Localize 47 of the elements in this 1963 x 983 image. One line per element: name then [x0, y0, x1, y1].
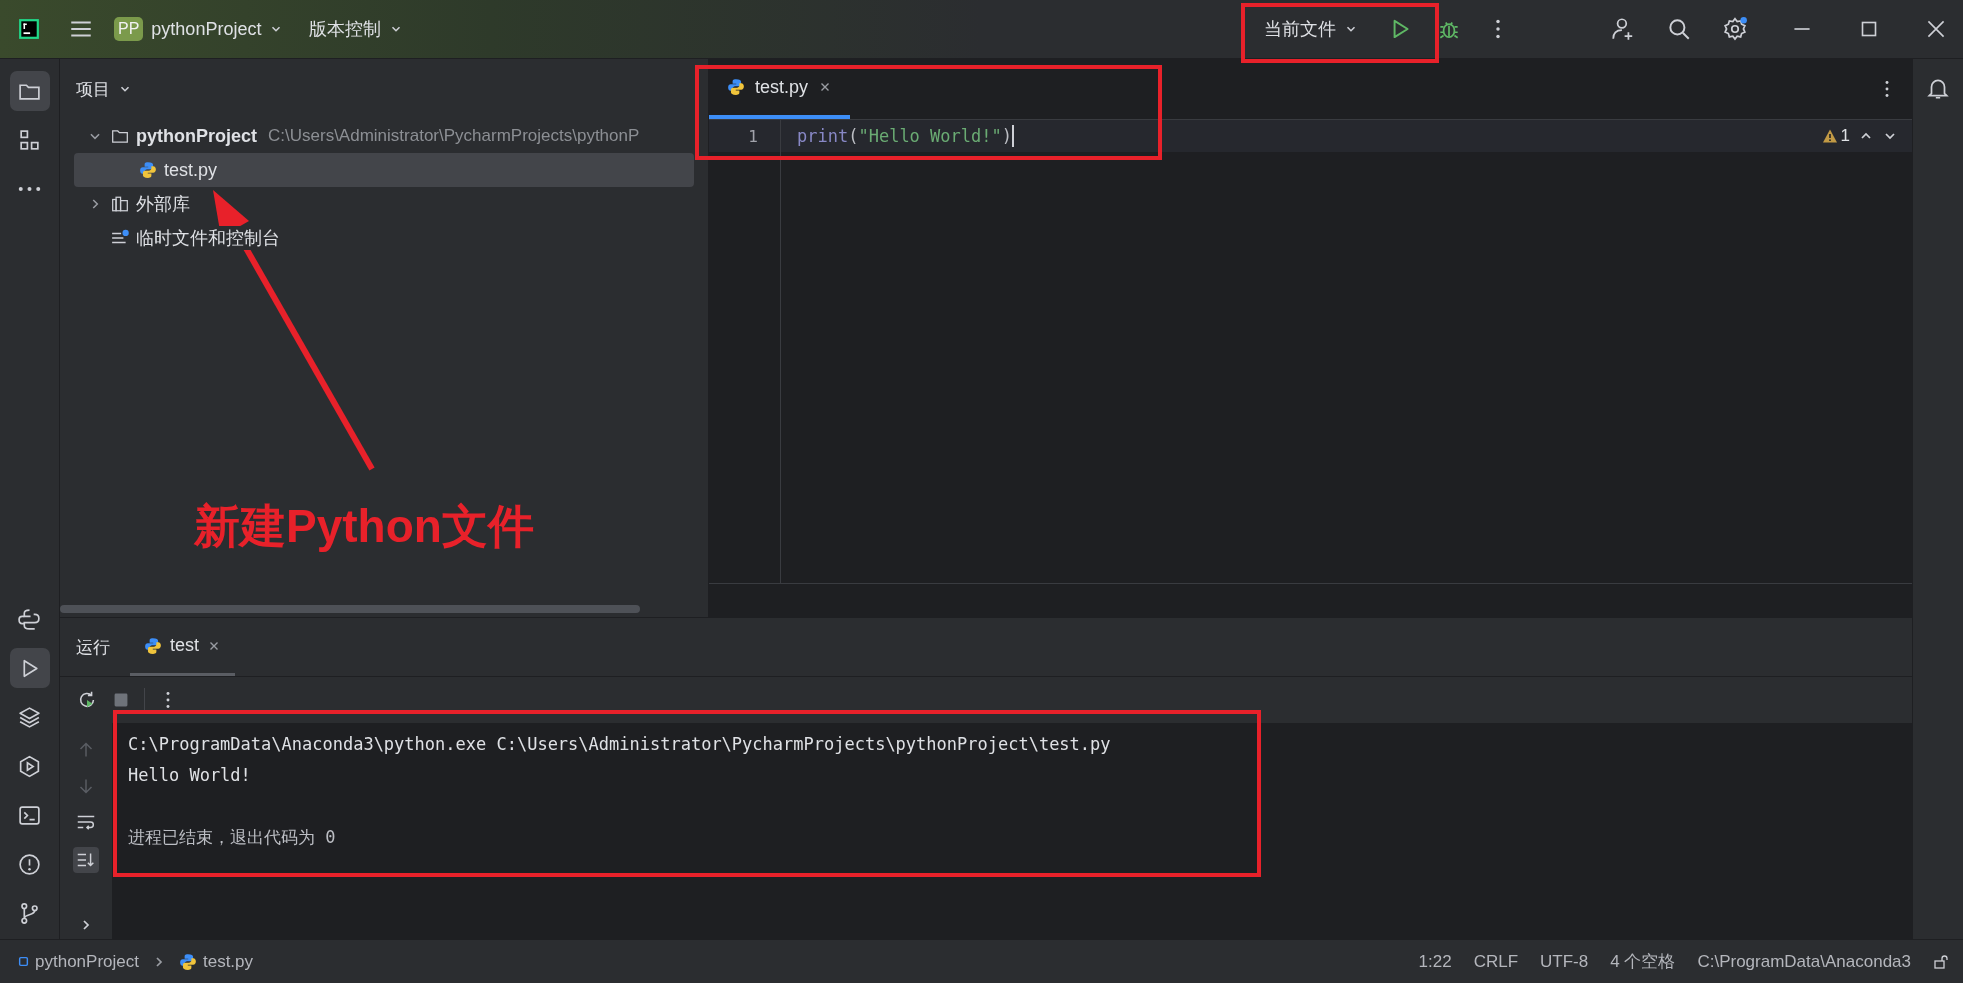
tree-item[interactable]: 临时文件和控制台: [74, 221, 694, 255]
scroll-to-end-icon[interactable]: [73, 847, 99, 873]
tree-item[interactable]: 外部库: [74, 187, 694, 221]
python-file-icon: [727, 78, 745, 96]
code-line: print("Hello World!"): [797, 125, 1014, 147]
breadcrumb[interactable]: pythonProject: [18, 951, 139, 972]
tree-item[interactable]: pythonProject C:\Users\Administrator\PycharmProjects\pythonP: [74, 119, 694, 153]
console-output: C:\ProgramData\Anaconda3\python.exe C:\Users\Administrator\PycharmProjects\pythonProject\test.py: [128, 733, 1112, 756]
services-icon: [17, 753, 42, 779]
tree-item[interactable]: test.py: [74, 153, 694, 187]
settings-icon[interactable]: [1722, 16, 1748, 42]
status-item[interactable]: 4 个空格: [1610, 950, 1676, 973]
run-tab[interactable]: test: [130, 618, 235, 676]
status-item[interactable]: C:\ProgramData\Anaconda3: [1697, 951, 1911, 972]
line-number: 1: [709, 120, 781, 152]
scrollbar[interactable]: [60, 605, 640, 613]
python-file-icon: [139, 161, 157, 179]
status-item[interactable]: UTF-8: [1540, 951, 1589, 972]
console-output: Hello World!: [128, 764, 252, 787]
warning-icon: [1821, 128, 1838, 144]
layers-icon: [17, 704, 42, 730]
search-icon[interactable]: [1666, 16, 1692, 42]
lock-icon[interactable]: [1933, 953, 1949, 970]
project-badge: PP: [114, 17, 144, 41]
structure-icon: [17, 127, 42, 153]
folder-tool-button[interactable]: [9, 71, 50, 111]
app-logo-icon[interactable]: [18, 18, 40, 40]
problems-icon: [17, 851, 42, 877]
more-icon: [17, 185, 42, 193]
console-exit-message: 进程已结束，退出代码为 0: [128, 826, 337, 849]
folder-icon: [111, 127, 129, 145]
vcs-menu[interactable]: 版本控制: [303, 13, 410, 45]
project-view-dropdown[interactable]: 项目: [70, 73, 138, 105]
breadcrumb[interactable]: test.py: [178, 951, 254, 972]
library-icon: [111, 195, 129, 213]
run-tool-button[interactable]: [9, 648, 50, 688]
run-config-dropdown[interactable]: 当前文件: [1258, 13, 1364, 45]
status-item[interactable]: 1:22: [1418, 951, 1452, 972]
warning-count[interactable]: 1: [1821, 126, 1850, 146]
project-menu[interactable]: PP pythonProject: [108, 13, 290, 45]
module-icon: [18, 956, 29, 967]
python-icon: [17, 606, 42, 632]
annotation-caption: 新建Python文件: [194, 499, 534, 554]
python-file-icon: [178, 952, 197, 971]
python-file-icon: [144, 636, 162, 655]
status-item[interactable]: CRLF: [1473, 951, 1519, 972]
run-panel-title: 运行: [76, 636, 110, 659]
